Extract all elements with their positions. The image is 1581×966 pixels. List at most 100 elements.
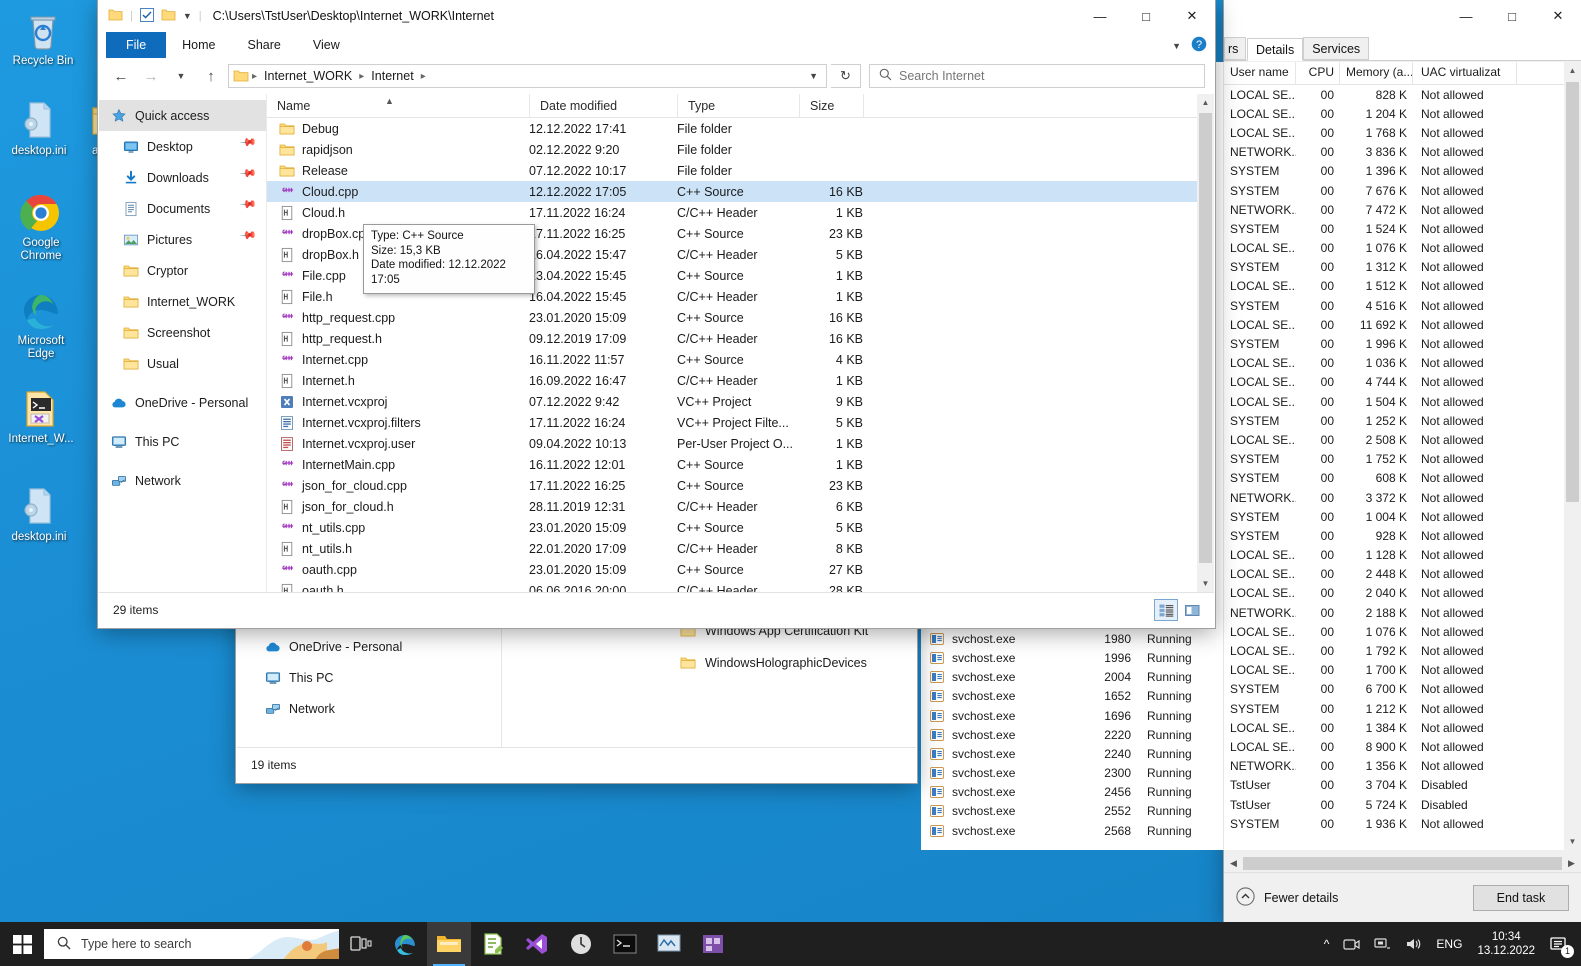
scroll-thumb[interactable] — [1566, 82, 1579, 502]
table-row[interactable]: NETWORK...001 356 KNot allowed — [1224, 757, 1581, 776]
table-row[interactable]: TstUser003 704 KDisabled — [1224, 776, 1581, 795]
table-row[interactable]: Internet.vcxproj.filters17.11.2022 16:24… — [267, 412, 1214, 433]
view-mode-buttons[interactable] — [1154, 599, 1214, 621]
sidebar-item-downloads[interactable]: Downloads📌 — [99, 162, 266, 193]
taskbar[interactable]: Type here to search ^ ENG 10:34 13.12.20… — [0, 922, 1581, 966]
process-row[interactable]: svchost.exe2240Running — [921, 744, 1223, 763]
column-user-name[interactable]: User name — [1224, 62, 1296, 84]
table-row[interactable]: LOCAL SE...002 448 KNot allowed — [1224, 565, 1581, 584]
table-row[interactable]: Debug12.12.2022 17:41File folder — [267, 118, 1214, 139]
desktop-icon-microsoft-edge[interactable]: Microsoft Edge — [4, 288, 78, 361]
taskbar-app-buttons[interactable] — [339, 922, 735, 966]
desktop-icon-google-chrome[interactable]: Google Chrome — [4, 190, 78, 263]
taskbar-ghidra-icon[interactable] — [559, 922, 603, 966]
table-row[interactable]: http_request.cpp23.01.2020 15:09C++ Sour… — [267, 307, 1214, 328]
table-row[interactable]: NETWORK...007 472 KNot allowed — [1224, 200, 1581, 219]
file-name-cell[interactable]: Internet.h — [267, 373, 529, 389]
desktop-icon-recycle-bin[interactable]: Recycle Bin — [6, 8, 80, 68]
scroll-down-arrow[interactable]: ▼ — [1564, 833, 1581, 850]
sidebar-item-internet-work[interactable]: Internet_WORK — [99, 286, 266, 317]
sidebar-item-cryptor[interactable]: Cryptor — [99, 255, 266, 286]
nav-items[interactable]: Quick accessDesktop📌Downloads📌Documents📌… — [99, 100, 266, 496]
file-name-cell[interactable]: oauth.cpp — [267, 563, 529, 577]
camera-icon[interactable] — [1336, 922, 1367, 966]
language-indicator[interactable]: ENG — [1429, 922, 1469, 966]
sidebar-item-screenshot[interactable]: Screenshot — [99, 317, 266, 348]
task-manager-titlebar[interactable]: — □ ✕ — [1224, 0, 1581, 32]
sidebar-item-this-pc[interactable]: This PC — [99, 426, 266, 457]
table-row[interactable]: LOCAL SE...008 900 KNot allowed — [1224, 737, 1581, 756]
hscroll-left-arrow[interactable]: ◀ — [1224, 858, 1243, 869]
process-row[interactable]: svchost.exe2456Running — [921, 783, 1223, 802]
hscroll-thumb[interactable] — [1243, 857, 1562, 870]
breadcrumb-internet[interactable]: Internet — [367, 68, 417, 84]
details-rows[interactable]: LOCAL SE...00828 KNot allowedLOCAL SE...… — [1224, 85, 1581, 833]
details-column-headers[interactable]: User name CPU Memory (a... UAC virtualiz… — [1224, 62, 1581, 85]
close-button[interactable]: ✕ — [1169, 0, 1215, 32]
table-row[interactable]: SYSTEM001 396 KNot allowed — [1224, 162, 1581, 181]
table-row[interactable]: Release07.12.2022 10:17File folder — [267, 160, 1214, 181]
file-name-cell[interactable]: rapidjson — [267, 142, 529, 158]
process-row[interactable]: svchost.exe2552Running — [921, 802, 1223, 821]
table-row[interactable]: LOCAL SE...001 076 KNot allowed — [1224, 622, 1581, 641]
table-row[interactable]: SYSTEM007 676 KNot allowed — [1224, 181, 1581, 200]
table-row[interactable]: SYSTEM001 212 KNot allowed — [1224, 699, 1581, 718]
table-row[interactable]: NETWORK...003 836 KNot allowed — [1224, 143, 1581, 162]
table-row[interactable]: oauth.h06.06.2016 20:00C/C++ Header28 KB — [267, 580, 1214, 592]
ribbon-right-controls[interactable]: ▼ ? — [1172, 36, 1207, 55]
table-row[interactable]: http_request.h09.12.2019 17:09C/C++ Head… — [267, 328, 1214, 349]
process-row[interactable]: svchost.exe1996Running — [921, 648, 1223, 667]
table-row[interactable]: LOCAL SE...001 036 KNot allowed — [1224, 354, 1581, 373]
back-button[interactable]: ← — [108, 63, 134, 89]
desktop-icon-desktop-ini-1[interactable]: desktop.ini — [2, 98, 76, 158]
taskbar-search-box[interactable]: Type here to search — [44, 929, 339, 959]
column-memory[interactable]: Memory (a... — [1340, 62, 1413, 84]
column-cpu[interactable]: CPU — [1296, 62, 1340, 84]
column-size[interactable]: Size — [799, 94, 863, 118]
details-view-button[interactable] — [1154, 599, 1178, 621]
clock[interactable]: 10:34 13.12.2022 — [1469, 930, 1543, 958]
ribbon-tab-file[interactable]: File — [106, 32, 166, 58]
column-date-modified[interactable]: Date modified — [529, 94, 677, 118]
large-icons-view-button[interactable] — [1180, 599, 1204, 621]
table-row[interactable]: SYSTEM001 752 KNot allowed — [1224, 450, 1581, 469]
fewer-details-button[interactable]: Fewer details — [1236, 887, 1338, 909]
table-row[interactable]: SYSTEM001 004 KNot allowed — [1224, 507, 1581, 526]
show-hidden-icons-button[interactable]: ^ — [1317, 922, 1337, 966]
process-row[interactable]: svchost.exe2004Running — [921, 668, 1223, 687]
taskbar-app-icon[interactable] — [691, 922, 735, 966]
table-row[interactable]: SYSTEM00608 KNot allowed — [1224, 469, 1581, 488]
tab-details[interactable]: Details — [1247, 38, 1303, 61]
file-name-cell[interactable]: Release — [267, 163, 529, 179]
file-name-cell[interactable]: Debug — [267, 121, 529, 137]
table-row[interactable]: Internet.vcxproj.user09.04.2022 10:13Per… — [267, 433, 1214, 454]
column-headers[interactable]: Name ▲ Date modified Type Size — [267, 94, 1214, 118]
list-item[interactable]: WindowsHolographicDevices — [502, 647, 916, 679]
expand-ribbon-icon[interactable]: ▼ — [1172, 41, 1181, 51]
desktop-icon-desktop-ini-2[interactable]: desktop.ini — [2, 484, 76, 544]
sidebar-item-documents[interactable]: Documents📌 — [99, 193, 266, 224]
process-row[interactable]: svchost.exe2568Running — [921, 821, 1223, 840]
address-bar[interactable]: ▸ Internet_WORK ▸ Internet ▸ ▼ — [228, 64, 827, 88]
address-bar-row[interactable]: ← → ▼ ↑ ▸ Internet_WORK ▸ Internet ▸ ▼ ↻… — [98, 58, 1215, 94]
table-row[interactable]: TstUser005 724 KDisabled — [1224, 795, 1581, 814]
network-icon[interactable] — [1367, 922, 1398, 966]
task-manager-window[interactable]: — □ ✕ rs Details Services svchost.exe197… — [1224, 0, 1581, 922]
process-row[interactable]: svchost.exe1980Running — [921, 629, 1223, 648]
file-name-cell[interactable]: nt_utils.h — [267, 541, 529, 557]
maximize-button[interactable]: □ — [1489, 0, 1535, 32]
window-controls[interactable]: — □ ✕ — [1443, 0, 1581, 32]
tab-services[interactable]: Services — [1303, 37, 1369, 60]
sidebar-item-usual[interactable]: Usual — [99, 348, 266, 379]
quick-access-toolbar[interactable]: | ▼ | — [108, 8, 202, 25]
customize-qat-icon[interactable]: ▼ — [183, 11, 192, 21]
notifications-button[interactable]: 1 — [1543, 922, 1575, 966]
navigation-pane[interactable]: Quick accessDesktop📌Downloads📌Documents📌… — [99, 94, 267, 592]
tab-users-partial[interactable]: rs — [1224, 37, 1246, 60]
taskbar-edge-icon[interactable] — [383, 922, 427, 966]
table-row[interactable]: LOCAL SE...004 744 KNot allowed — [1224, 373, 1581, 392]
table-row[interactable]: Cloud.h17.11.2022 16:24C/C++ Header1 KB — [267, 202, 1214, 223]
ribbon-tab-home[interactable]: Home — [166, 32, 231, 58]
ribbon-tab-share[interactable]: Share — [232, 32, 297, 58]
table-row[interactable]: oauth.cpp23.01.2020 15:09C++ Source27 KB — [267, 559, 1214, 580]
